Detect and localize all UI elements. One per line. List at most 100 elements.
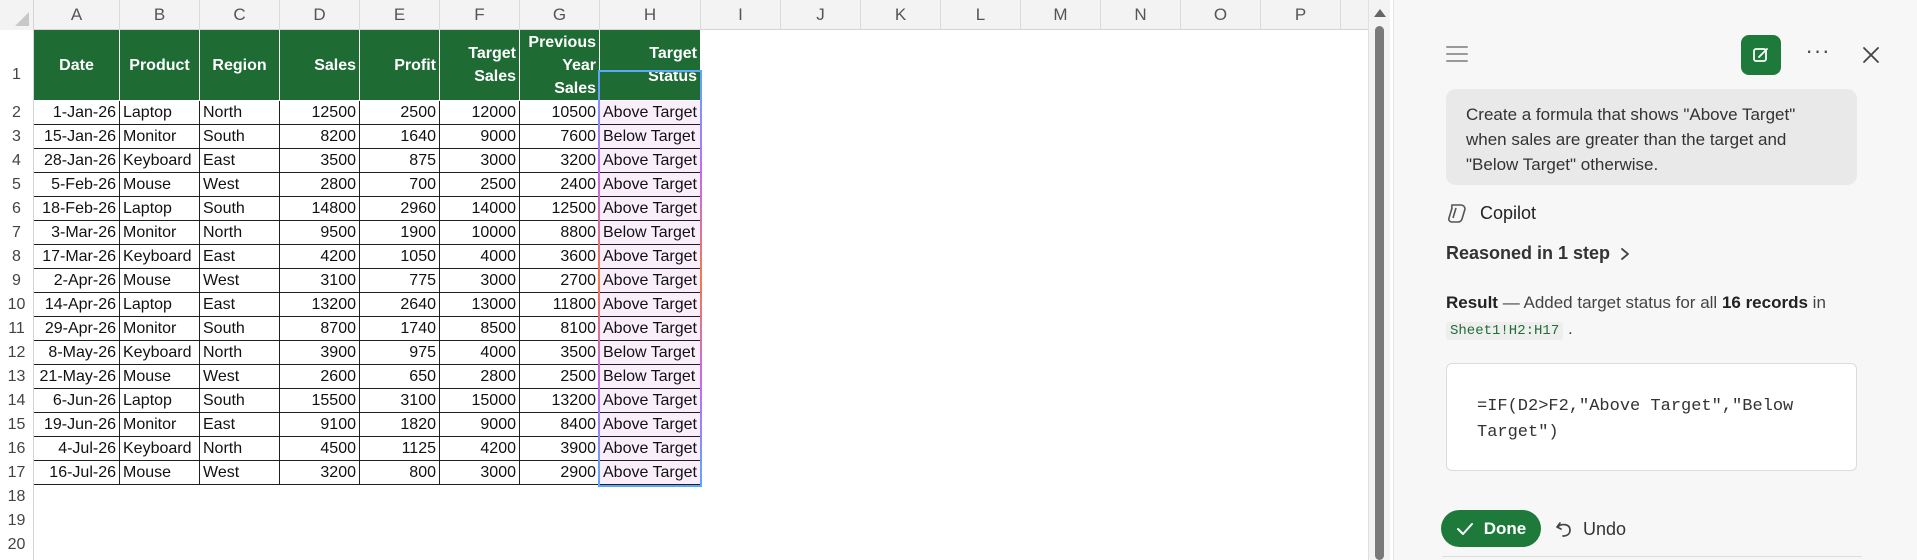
spreadsheet[interactable]: ABCDEFGHIJKLMNOP 1 2 3 4 5 6 7 8 9 10 11 12 13 14 15 16… — [0, 0, 1368, 560]
row-header-8[interactable]: 8 — [0, 245, 33, 269]
cell-f3[interactable]: 9000 — [440, 125, 520, 149]
cell-d6[interactable]: 14800 — [280, 197, 360, 221]
cell-c4[interactable]: East — [200, 149, 280, 173]
cell-b16[interactable]: Keyboard — [120, 437, 200, 461]
undo-button[interactable]: Undo — [1554, 515, 1626, 543]
row-header-15[interactable]: 15 — [0, 413, 33, 437]
cell-f14[interactable]: 15000 — [440, 389, 520, 413]
cell-a7[interactable]: 3-Mar-26 — [34, 221, 120, 245]
cell-h10[interactable]: Above Target — [600, 293, 701, 317]
new-chat-button[interactable] — [1741, 35, 1781, 75]
column-header-d[interactable]: D — [280, 0, 360, 30]
column-header-k[interactable]: K — [861, 0, 941, 30]
sheet-vertical-scrollbar[interactable] — [1368, 0, 1390, 560]
cell-a10[interactable]: 14-Apr-26 — [34, 293, 120, 317]
cell-g8[interactable]: 3600 — [520, 245, 600, 269]
header-cell-product[interactable]: Product — [120, 30, 200, 101]
cell-a13[interactable]: 21-May-26 — [34, 365, 120, 389]
cell-h13[interactable]: Below Target — [600, 365, 701, 389]
cell-g2[interactable]: 10500 — [520, 101, 600, 125]
cell-g16[interactable]: 3900 — [520, 437, 600, 461]
cell-a5[interactable]: 5-Feb-26 — [34, 173, 120, 197]
cell-b17[interactable]: Mouse — [120, 461, 200, 485]
cell-e2[interactable]: 2500 — [360, 101, 440, 125]
cell-a17[interactable]: 16-Jul-26 — [34, 461, 120, 485]
cell-e13[interactable]: 650 — [360, 365, 440, 389]
header-cell-sales[interactable]: Sales — [280, 30, 360, 101]
cell-e15[interactable]: 1820 — [360, 413, 440, 437]
cell-b6[interactable]: Laptop — [120, 197, 200, 221]
row-header-6[interactable]: 6 — [0, 197, 33, 221]
cell-b13[interactable]: Mouse — [120, 365, 200, 389]
cell-d10[interactable]: 13200 — [280, 293, 360, 317]
cell-h7[interactable]: Below Target — [600, 221, 701, 245]
cell-h11[interactable]: Above Target — [600, 317, 701, 341]
result-range[interactable]: Sheet1!H2:H17 — [1446, 322, 1564, 340]
reasoning-toggle[interactable]: Reasoned in 1 step — [1446, 243, 1630, 264]
cell-f17[interactable]: 3000 — [440, 461, 520, 485]
column-header-g[interactable]: G — [520, 0, 600, 30]
row-header-7[interactable]: 7 — [0, 221, 33, 245]
cell-b8[interactable]: Keyboard — [120, 245, 200, 269]
cell-d14[interactable]: 15500 — [280, 389, 360, 413]
cell-a15[interactable]: 19-Jun-26 — [34, 413, 120, 437]
cell-h17[interactable]: Above Target — [600, 461, 701, 485]
cell-b4[interactable]: Keyboard — [120, 149, 200, 173]
cell-h8[interactable]: Above Target — [600, 245, 701, 269]
cell-e17[interactable]: 800 — [360, 461, 440, 485]
cell-f13[interactable]: 2800 — [440, 365, 520, 389]
cell-f8[interactable]: 4000 — [440, 245, 520, 269]
cell-c9[interactable]: West — [200, 269, 280, 293]
cell-f5[interactable]: 2500 — [440, 173, 520, 197]
cell-e5[interactable]: 700 — [360, 173, 440, 197]
cell-d12[interactable]: 3900 — [280, 341, 360, 365]
cell-c14[interactable]: South — [200, 389, 280, 413]
cell-b14[interactable]: Laptop — [120, 389, 200, 413]
cell-d7[interactable]: 9500 — [280, 221, 360, 245]
cell-c8[interactable]: East — [200, 245, 280, 269]
cell-e8[interactable]: 1050 — [360, 245, 440, 269]
cell-d13[interactable]: 2600 — [280, 365, 360, 389]
cell-b3[interactable]: Monitor — [120, 125, 200, 149]
column-header-h[interactable]: H — [600, 0, 701, 30]
row-header-11[interactable]: 11 — [0, 317, 33, 341]
cell-g7[interactable]: 8800 — [520, 221, 600, 245]
cell-e6[interactable]: 2960 — [360, 197, 440, 221]
column-header-o[interactable]: O — [1181, 0, 1261, 30]
cell-e9[interactable]: 775 — [360, 269, 440, 293]
cell-c10[interactable]: East — [200, 293, 280, 317]
cell-f2[interactable]: 12000 — [440, 101, 520, 125]
cell-c11[interactable]: South — [200, 317, 280, 341]
row-header-14[interactable]: 14 — [0, 389, 33, 413]
column-header-j[interactable]: J — [781, 0, 861, 30]
cell-e10[interactable]: 2640 — [360, 293, 440, 317]
cell-d2[interactable]: 12500 — [280, 101, 360, 125]
column-header-n[interactable]: N — [1101, 0, 1181, 30]
cell-b7[interactable]: Monitor — [120, 221, 200, 245]
cell-f16[interactable]: 4200 — [440, 437, 520, 461]
cell-b9[interactable]: Mouse — [120, 269, 200, 293]
cell-g6[interactable]: 12500 — [520, 197, 600, 221]
row-header-2[interactable]: 2 — [0, 101, 33, 125]
cell-e3[interactable]: 1640 — [360, 125, 440, 149]
column-header-m[interactable]: M — [1021, 0, 1101, 30]
cell-f12[interactable]: 4000 — [440, 341, 520, 365]
row-header-4[interactable]: 4 — [0, 149, 33, 173]
cell-b5[interactable]: Mouse — [120, 173, 200, 197]
select-all-corner[interactable] — [0, 0, 34, 30]
cell-b2[interactable]: Laptop — [120, 101, 200, 125]
cell-g12[interactable]: 3500 — [520, 341, 600, 365]
cell-g3[interactable]: 7600 — [520, 125, 600, 149]
cell-h6[interactable]: Above Target — [600, 197, 701, 221]
cell-a16[interactable]: 4-Jul-26 — [34, 437, 120, 461]
cell-b10[interactable]: Laptop — [120, 293, 200, 317]
cell-c6[interactable]: South — [200, 197, 280, 221]
cell-g10[interactable]: 11800 — [520, 293, 600, 317]
row-header-17[interactable]: 17 — [0, 461, 33, 485]
cell-g4[interactable]: 3200 — [520, 149, 600, 173]
header-cell-date[interactable]: Date — [34, 30, 120, 101]
cell-h15[interactable]: Above Target — [600, 413, 701, 437]
cell-a14[interactable]: 6-Jun-26 — [34, 389, 120, 413]
cell-h5[interactable]: Above Target — [600, 173, 701, 197]
row-header-16[interactable]: 16 — [0, 437, 33, 461]
